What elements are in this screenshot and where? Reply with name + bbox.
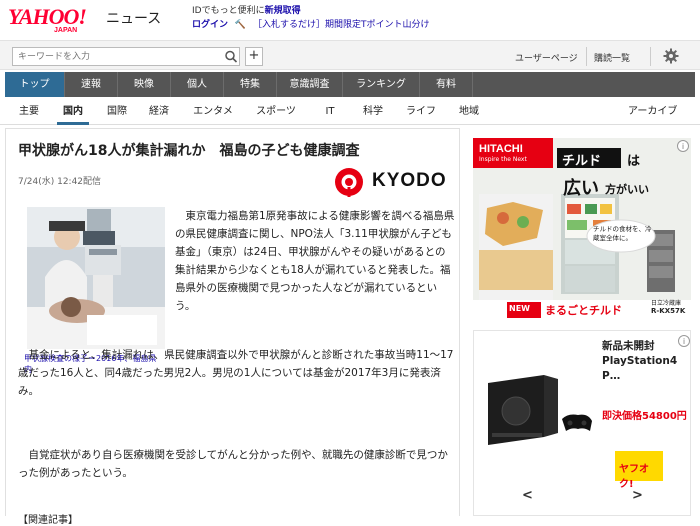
- ad-new-badge: NEW: [509, 304, 530, 313]
- divider: [586, 47, 587, 66]
- ad-product-title[interactable]: 新品未開封 PlayStation4 P…: [602, 339, 682, 384]
- divider: [472, 72, 473, 97]
- archive-link[interactable]: アーカイブ: [628, 99, 677, 125]
- ad-price: 即決価格54800円: [602, 411, 687, 422]
- search-bar: + ユーザーページ 購読一覧: [0, 40, 700, 70]
- paragraph-text: 自覚症状があり自ら医療機関を受診してがんと分かった例や、就職先の健康診断で見つか…: [18, 449, 448, 479]
- kyodo-logo-icon[interactable]: [334, 167, 364, 197]
- ad-wide: 広い: [563, 178, 599, 199]
- search-icon[interactable]: [222, 48, 240, 65]
- paragraph-text: 基金によると、集計漏れは、県民健康調査以外で甲状腺がんと診断された事故当時11～…: [18, 349, 454, 397]
- paragraph-text: 東京電力福島第1原発事故による健康影響を調べる福島県の県民健康調査に関し、NPO…: [175, 210, 455, 312]
- article-photo[interactable]: [27, 207, 165, 349]
- divider: [650, 47, 651, 66]
- signup-link[interactable]: 新規取得: [265, 6, 301, 16]
- sub-nav-science[interactable]: 科学: [357, 99, 389, 125]
- sub-nav-domestic[interactable]: 国内: [57, 99, 89, 125]
- sub-nav-economy[interactable]: 経済: [143, 99, 175, 125]
- main-nav-breaking[interactable]: 速報: [65, 72, 117, 97]
- ad-chilled: チルド: [562, 154, 602, 169]
- main-nav-paid[interactable]: 有料: [420, 72, 472, 97]
- ad-bubble-text: チルドの食材を、冷蔵室全体に。: [593, 225, 652, 242]
- sub-nav: 主要 国内 国際 経済 エンタメ スポーツ IT 科学 ライフ 地域 アーカイブ: [0, 99, 700, 125]
- article-headline: 甲状腺がん18人が集計漏れか 福島の子ども健康調査: [18, 143, 360, 159]
- ad-tagline: まるごとチルド: [545, 304, 622, 317]
- top-header: YAHOO! JAPAN ニュース IDでもっと便利に新規取得 ログイン 🔨 ［…: [0, 0, 700, 38]
- main-nav-survey[interactable]: 意識調査: [277, 72, 342, 97]
- ad-wide-suffix: 方がいい: [605, 183, 649, 196]
- sub-nav-region[interactable]: 地域: [453, 99, 485, 125]
- gear-icon[interactable]: [662, 47, 680, 65]
- article: 甲状腺がん18人が集計漏れか 福島の子ども健康調査 7/24(水) 12:42配…: [5, 128, 460, 526]
- promo-line: IDでもっと便利に新規取得: [192, 3, 301, 16]
- auction-ad[interactable]: i 新品未開封 PlayStation4 P… 即決価格54800円 ヤフオク!…: [473, 330, 691, 516]
- yafuoku-logo[interactable]: ヤフオク!: [615, 451, 663, 490]
- sub-nav-entertainment[interactable]: エンタメ: [188, 99, 238, 125]
- sub-nav-life[interactable]: ライフ: [401, 99, 441, 125]
- ad-model-line1: 日立冷蔵庫: [651, 300, 682, 307]
- main-nav-personal[interactable]: 個人: [171, 72, 223, 97]
- search-input[interactable]: [12, 47, 240, 66]
- yahoo-japan-logo[interactable]: YAHOO! JAPAN: [8, 4, 104, 34]
- main-nav-features[interactable]: 特集: [224, 72, 276, 97]
- sub-nav-sports[interactable]: スポーツ: [251, 99, 301, 125]
- article-paragraph: 東京電力福島第1原発事故による健康影響を調べる福島県の県民健康調査に関し、NPO…: [175, 207, 455, 315]
- login-link[interactable]: ログイン: [192, 20, 228, 30]
- related-articles-heading: 【関連記事】: [18, 515, 78, 526]
- ad-brand: HITACHI: [479, 143, 523, 155]
- sub-nav-international[interactable]: 国際: [101, 99, 133, 125]
- section-title[interactable]: ニュース: [106, 8, 161, 28]
- main-nav: トップ 速報 映像 個人 特集 意識調査 ランキング 有料: [5, 72, 695, 97]
- auction-hammer-icon: 🔨: [234, 20, 247, 30]
- add-button[interactable]: +: [245, 47, 263, 66]
- main-nav-video[interactable]: 映像: [118, 72, 170, 97]
- prev-arrow-icon[interactable]: <: [522, 488, 533, 503]
- article-date: 7/24(水) 12:42配信: [18, 177, 102, 187]
- main-nav-ranking[interactable]: ランキング: [343, 72, 419, 97]
- hitachi-ad[interactable]: HITACHI Inspire the Next チルド は 広い 方がいい チ…: [473, 138, 691, 320]
- tpoint-campaign-link[interactable]: ［入札するだけ］期間限定Tポイント山分け: [253, 20, 430, 30]
- sub-nav-it[interactable]: IT: [316, 99, 344, 125]
- article-paragraph: 基金によると、集計漏れは、県民健康調査以外で甲状腺がんと診断された事故当時11～…: [18, 346, 455, 400]
- ps4-product-image: [488, 375, 592, 445]
- auction-logo-text: ヤフオク!: [619, 464, 649, 490]
- ad-particle: は: [627, 154, 641, 169]
- sub-nav-main[interactable]: 主要: [13, 99, 45, 125]
- svg-text:i: i: [682, 142, 684, 151]
- main-nav-top[interactable]: トップ: [5, 72, 64, 97]
- ad-model-line2: R-KX57K: [651, 307, 686, 315]
- promo-text: IDでもっと便利に: [192, 6, 265, 16]
- ad-brand-sub: Inspire the Next: [479, 156, 527, 163]
- article-paragraph: 自覚症状があり自ら医療機関を受診してがんと分かった例や、就職先の健康診断で見つか…: [18, 446, 455, 482]
- ad-info-icon[interactable]: i: [677, 140, 689, 152]
- subscriptions-link[interactable]: 購読一覧: [594, 51, 630, 64]
- user-page-link[interactable]: ユーザーページ: [515, 51, 578, 64]
- logo-sub: JAPAN: [54, 27, 78, 34]
- login-line: ログイン 🔨 ［入札するだけ］期間限定Tポイント山分け: [192, 17, 429, 30]
- source-logo-text[interactable]: KYODO: [372, 170, 447, 192]
- svg-text:i: i: [683, 337, 685, 346]
- next-arrow-icon[interactable]: >: [632, 488, 643, 503]
- ultrasound-exam-image: [27, 207, 165, 349]
